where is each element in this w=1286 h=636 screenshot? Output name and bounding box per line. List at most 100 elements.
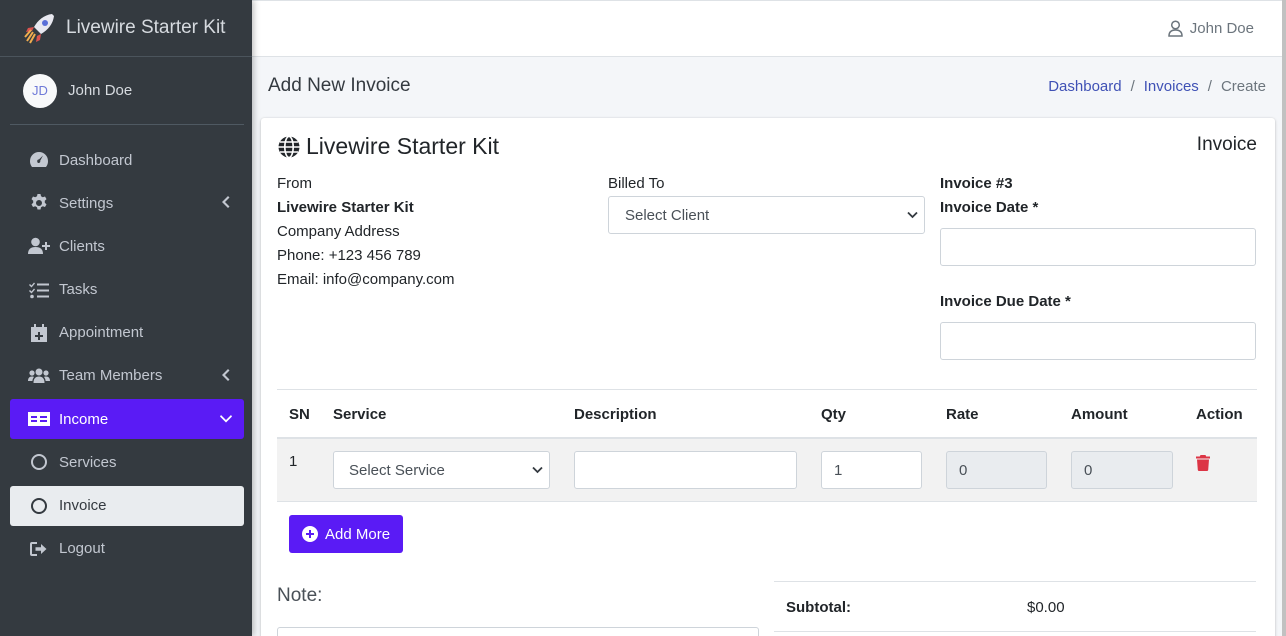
col-header-sn: SN (289, 406, 310, 423)
billed-to-label: Billed To (608, 175, 665, 192)
table-row: 1 Select Service 1 0 0 (277, 439, 1257, 502)
col-header-description: Description (574, 406, 657, 423)
from-address-line: Company Address (277, 223, 400, 240)
col-header-action: Action (1196, 406, 1243, 423)
user-plus-icon (28, 237, 50, 255)
sidebar-item-team-members[interactable]: Team Members (10, 356, 244, 396)
sidebar-item-settings[interactable]: Settings (10, 183, 244, 223)
subtotal-row: Subtotal: $0.00 (774, 582, 1256, 632)
tasks-icon (28, 281, 50, 299)
col-header-service: Service (333, 406, 387, 423)
add-more-button[interactable]: Add More (289, 515, 404, 553)
avatar: JD (23, 73, 57, 108)
top-navbar: John Doe (252, 0, 1282, 57)
rate-input: 0 (946, 451, 1047, 489)
top-user-menu[interactable]: John Doe (1168, 20, 1254, 37)
invoice-due-date-label: Invoice Due Date * (940, 293, 1071, 310)
sign-out-icon (28, 540, 50, 558)
sidebar-item-tasks[interactable]: Tasks (10, 270, 244, 310)
description-input[interactable] (574, 451, 797, 489)
invoice-number: Invoice #3 (940, 175, 1013, 192)
page-title: Add New Invoice (268, 75, 411, 96)
invoice-meta: Invoice #3 Invoice Date * Invoice Due Da… (940, 172, 1256, 360)
top-user-name: John Doe (1189, 20, 1254, 37)
globe-icon (278, 135, 300, 158)
plus-circle-icon (302, 526, 318, 542)
sidebar-item-label: Tasks (59, 281, 98, 299)
breadcrumb-dashboard-link[interactable]: Dashboard (1048, 78, 1121, 95)
sidebar-item-logout[interactable]: Logout (10, 529, 244, 569)
dashboard-icon (28, 151, 50, 169)
sidebar-item-label: Income (59, 410, 109, 428)
users-icon (28, 367, 50, 385)
user-panel[interactable]: JD John Doe (10, 57, 244, 125)
chevron-down-icon (532, 466, 543, 474)
breadcrumb: Dashboard / Invoices / Create (1048, 78, 1266, 95)
service-select[interactable]: Select Service (333, 451, 550, 489)
sidebar-item-label: Team Members (59, 367, 163, 385)
invoice-date-label: Invoice Date * (940, 199, 1039, 216)
breadcrumb-separator: / (1130, 77, 1135, 95)
sidebar-item-label: Dashboard (59, 151, 133, 169)
billed-to-section: Billed To Select Client (608, 172, 925, 234)
brand-link[interactable]: Livewire Starter Kit (0, 0, 252, 57)
qty-input[interactable]: 1 (821, 451, 922, 489)
note-label: Note: (277, 585, 323, 606)
page-scrollbar[interactable] (1282, 0, 1286, 636)
amount-input: 0 (1071, 451, 1173, 489)
sidebar-item-label: Settings (59, 194, 114, 212)
company-title-text: Livewire Starter Kit (306, 133, 500, 159)
sidebar-item-income[interactable]: Income (10, 399, 244, 440)
invoice-date-input[interactable] (940, 228, 1256, 266)
chevron-down-icon (907, 211, 918, 219)
note-textarea[interactable] (277, 627, 759, 636)
row-sn: 1 (289, 453, 298, 470)
circle-icon (28, 453, 50, 471)
rocket-icon (22, 10, 58, 46)
content-header: Add New Invoice Dashboard / Invoices / C… (268, 70, 1266, 102)
sidebar-nav: Dashboard Settings Clients Tasks Appoint… (0, 140, 252, 569)
col-header-rate: Rate (946, 406, 979, 423)
client-select[interactable]: Select Client (608, 196, 925, 234)
chevron-down-icon (220, 411, 232, 425)
subtotal-label: Subtotal: (786, 599, 851, 616)
gear-icon (28, 194, 50, 212)
invoice-due-date-input[interactable] (940, 322, 1256, 360)
sidebar-item-label: Services (59, 453, 117, 471)
sidebar-item-appointment[interactable]: Appointment (10, 313, 244, 353)
totals-table: Subtotal: $0.00 (774, 581, 1256, 632)
invoice-company-title: Livewire Starter Kit (277, 133, 499, 160)
user-name[interactable]: John Doe (68, 82, 132, 99)
breadcrumb-current: Create (1220, 77, 1266, 95)
sidebar-item-services[interactable]: Services (10, 442, 244, 482)
add-more-label: Add More (325, 525, 391, 543)
chevron-left-icon (220, 368, 230, 382)
calendar-plus-icon (28, 323, 50, 342)
sidebar-item-label: Logout (59, 540, 105, 558)
breadcrumb-invoices-link[interactable]: Invoices (1144, 78, 1199, 95)
sidebar-item-clients[interactable]: Clients (10, 226, 244, 266)
subtotal-value: $0.00 (1027, 599, 1065, 616)
scrollbar-thumb[interactable] (1282, 0, 1286, 636)
from-address: From Livewire Starter Kit Company Addres… (277, 172, 455, 292)
sidebar: Livewire Starter Kit JD John Doe Dashboa… (0, 0, 252, 636)
money-check-icon (28, 410, 50, 428)
service-select-value: Select Service (349, 461, 445, 479)
col-header-qty: Qty (821, 406, 847, 423)
invoice-card: Livewire Starter Kit Invoice From Livewi… (261, 118, 1275, 636)
trash-icon[interactable] (1196, 455, 1210, 471)
from-phone: Phone: +123 456 789 (277, 247, 421, 264)
invoice-doc-label: Invoice (1196, 134, 1257, 155)
circle-outline-icon (31, 497, 47, 514)
brand-text: Livewire Starter Kit (66, 17, 226, 38)
client-select-value: Select Client (625, 206, 710, 224)
from-email: Email: info@company.com (277, 271, 455, 288)
sidebar-item-label: Appointment (59, 324, 144, 342)
from-label: From (277, 175, 312, 192)
from-company: Livewire Starter Kit (277, 199, 414, 216)
circle-icon (28, 497, 50, 515)
table-header-row: SN Service Description Qty Rate Amount A… (277, 389, 1257, 439)
sidebar-item-invoice[interactable]: Invoice (10, 485, 244, 526)
sidebar-item-dashboard[interactable]: Dashboard (10, 140, 244, 180)
breadcrumb-separator: / (1207, 77, 1212, 95)
